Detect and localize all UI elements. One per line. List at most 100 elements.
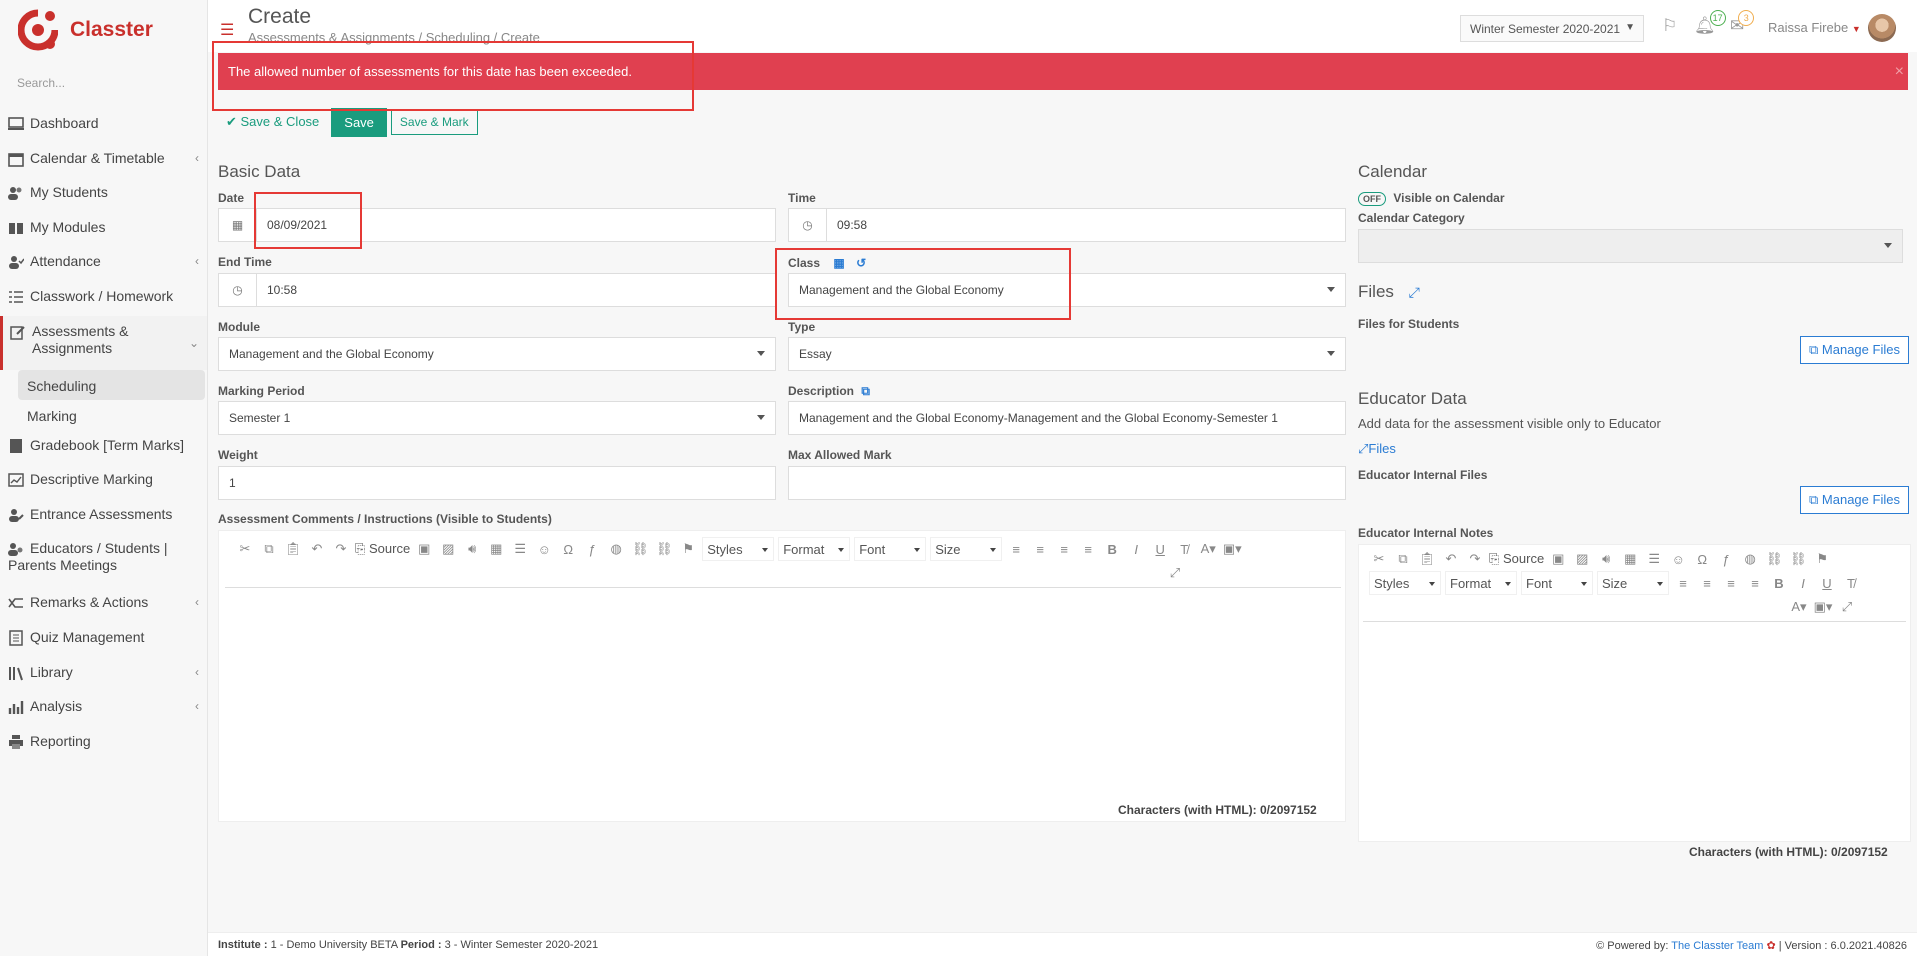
clock-icon[interactable]: ◷ xyxy=(219,274,257,306)
redo-icon[interactable]: ↷ xyxy=(1465,551,1485,567)
type-select[interactable]: Essay xyxy=(788,337,1346,371)
copy-icon[interactable]: ⧉ xyxy=(861,384,870,398)
audio-icon[interactable]: 🔊︎ xyxy=(1596,551,1616,567)
cut-icon[interactable]: ✂ xyxy=(1369,551,1389,567)
max-mark-input[interactable] xyxy=(788,466,1346,500)
marking-period-select[interactable]: Semester 1 xyxy=(218,401,776,435)
horizontal-line-icon[interactable]: ☰ xyxy=(510,541,530,557)
image-icon[interactable]: ▣ xyxy=(1548,551,1568,567)
format-select[interactable]: Format xyxy=(778,537,851,561)
globe-icon[interactable]: ◍ xyxy=(1740,551,1760,567)
save-close-button[interactable]: ✔ Save & Close xyxy=(218,108,327,136)
anchor-flag-icon[interactable]: ⚑ xyxy=(678,541,698,557)
calendar-icon[interactable]: ▦ xyxy=(219,209,257,241)
end-time-field[interactable]: ◷ 10:58 xyxy=(218,273,776,307)
text-color-icon[interactable]: A▾ xyxy=(1789,599,1809,615)
undo-icon[interactable]: ↶ xyxy=(1441,551,1461,567)
sidebar-item-my-students[interactable]: My Students xyxy=(0,177,207,212)
educator-manage-files-button[interactable]: ⧉ Manage Files xyxy=(1800,486,1909,514)
sidebar-item-remarks[interactable]: Remarks & Actions ‹ xyxy=(0,587,207,622)
class-select[interactable]: Management and the Global Economy xyxy=(788,273,1346,307)
align-right-icon[interactable]: ≡ xyxy=(1054,542,1074,557)
font-select[interactable]: Font xyxy=(854,537,927,561)
calendar-icon[interactable]: ▦ xyxy=(833,256,844,270)
breadcrumb[interactable]: Assessments & Assignments / Scheduling /… xyxy=(248,30,540,45)
sidebar-item-dashboard[interactable]: Dashboard xyxy=(0,108,207,143)
sidebar-item-quiz[interactable]: Quiz Management xyxy=(0,622,207,657)
calendar-toggle[interactable]: OFF xyxy=(1358,192,1386,206)
sidebar-item-analysis[interactable]: Analysis ‹ xyxy=(0,691,207,726)
flag-icon[interactable]: ⚐ xyxy=(1662,16,1677,36)
globe-icon[interactable]: ◍ xyxy=(606,541,626,557)
sidebar-item-entrance-assessments[interactable]: Entrance Assessments xyxy=(0,499,207,534)
copy-icon[interactable]: ⧉ xyxy=(259,541,279,557)
paste-icon[interactable]: 📋︎ xyxy=(1417,551,1437,567)
comments-editor[interactable]: ✂ ⧉ 📋︎ ↶ ↷ ⎘ Source ▣ ▨ 🔊︎ ▦ ☰ ☺ Ω ƒ ◍ ⛓… xyxy=(218,530,1346,822)
table-icon[interactable]: ▦ xyxy=(1620,551,1640,567)
underline-icon[interactable]: U xyxy=(1150,542,1170,557)
bell-icon[interactable]: 🔔︎ 17 xyxy=(1694,10,1726,36)
bg-color-icon[interactable]: ▣▾ xyxy=(1813,599,1833,615)
history-icon[interactable]: ↺ xyxy=(856,256,866,270)
envelope-icon[interactable]: ✉ 3 xyxy=(1730,10,1755,36)
bold-icon[interactable]: B xyxy=(1769,576,1789,591)
size-select[interactable]: Size xyxy=(930,537,1003,561)
align-center-icon[interactable]: ≡ xyxy=(1697,576,1717,591)
link-icon[interactable]: ⛓ xyxy=(630,541,650,557)
sidebar-item-assessments[interactable]: Assessments & Assignments ⌄ xyxy=(0,315,207,370)
size-select[interactable]: Size xyxy=(1597,571,1669,595)
italic-icon[interactable]: I xyxy=(1126,542,1146,557)
date-field[interactable]: ▦ 08/09/2021 xyxy=(218,208,776,242)
horizontal-line-icon[interactable]: ☰ xyxy=(1644,551,1664,567)
weight-input[interactable]: 1 xyxy=(218,466,776,500)
source-button[interactable]: ⎘ Source xyxy=(355,541,410,557)
clear-format-icon[interactable]: T̸ xyxy=(1174,542,1194,557)
educator-notes-editor[interactable]: ✂ ⧉ 📋︎ ↶ ↷ ⎘ Source ▣ ▨ 🔊︎ ▦ ☰ ☺ Ω ƒ ◍ ⛓… xyxy=(1358,544,1911,842)
table-icon[interactable]: ▦ xyxy=(486,541,506,557)
unlink-icon[interactable]: ⛓ xyxy=(654,541,674,557)
smiley-icon[interactable]: ☺ xyxy=(534,542,554,557)
cut-icon[interactable]: ✂ xyxy=(235,541,255,557)
hamburger-menu-icon[interactable]: ☰ xyxy=(220,20,234,40)
undo-icon[interactable]: ↶ xyxy=(307,541,327,557)
calendar-category-select[interactable] xyxy=(1358,229,1903,263)
align-left-icon[interactable]: ≡ xyxy=(1006,542,1026,557)
italic-icon[interactable]: I xyxy=(1793,576,1813,591)
audio-icon[interactable]: 🔊︎ xyxy=(462,541,482,557)
sidebar-item-descriptive-marking[interactable]: Descriptive Marking xyxy=(0,464,207,499)
format-select[interactable]: Format xyxy=(1445,571,1517,595)
justify-icon[interactable]: ≡ xyxy=(1745,576,1765,591)
sidebar-subitem-scheduling[interactable]: Scheduling xyxy=(18,369,205,400)
underline-icon[interactable]: U xyxy=(1817,576,1837,591)
unlink-icon[interactable]: ⛓ xyxy=(1788,551,1808,567)
module-select[interactable]: Management and the Global Economy xyxy=(218,337,776,371)
logo[interactable]: Classter xyxy=(17,8,153,52)
sidebar-subitem-marking[interactable]: Marking xyxy=(18,400,205,430)
formula-icon[interactable]: ƒ xyxy=(582,542,602,557)
image-alt-icon[interactable]: ▨ xyxy=(1572,551,1592,567)
maximize-icon[interactable]: ⤢ xyxy=(1165,565,1185,581)
close-icon[interactable]: × xyxy=(1895,63,1904,81)
align-center-icon[interactable]: ≡ xyxy=(1030,542,1050,557)
formula-icon[interactable]: ƒ xyxy=(1716,552,1736,567)
description-input[interactable]: Management and the Global Economy-Manage… xyxy=(788,401,1346,435)
sidebar-item-calendar[interactable]: Calendar & Timetable ‹ xyxy=(0,143,207,178)
sidebar-item-reporting[interactable]: Reporting xyxy=(0,726,207,761)
image-alt-icon[interactable]: ▨ xyxy=(438,541,458,557)
styles-select[interactable]: Styles xyxy=(702,537,775,561)
omega-icon[interactable]: Ω xyxy=(1692,552,1712,567)
text-color-icon[interactable]: A▾ xyxy=(1198,541,1218,557)
align-right-icon[interactable]: ≡ xyxy=(1721,576,1741,591)
save-button[interactable]: Save xyxy=(331,107,387,137)
bg-color-icon[interactable]: ▣▾ xyxy=(1222,541,1242,557)
avatar[interactable] xyxy=(1868,14,1896,42)
time-field[interactable]: ◷ 09:58 xyxy=(788,208,1346,242)
smiley-icon[interactable]: ☺ xyxy=(1668,552,1688,567)
classter-team-link[interactable]: The Classter Team xyxy=(1671,940,1763,952)
maximize-icon[interactable]: ⤢ xyxy=(1837,599,1857,615)
user-menu[interactable]: Raissa Firebe ▼ xyxy=(1768,20,1861,35)
image-icon[interactable]: ▣ xyxy=(414,541,434,557)
clock-icon[interactable]: ◷ xyxy=(789,209,827,241)
sidebar-item-attendance[interactable]: Attendance ‹ xyxy=(0,246,207,281)
omega-icon[interactable]: Ω xyxy=(558,542,578,557)
